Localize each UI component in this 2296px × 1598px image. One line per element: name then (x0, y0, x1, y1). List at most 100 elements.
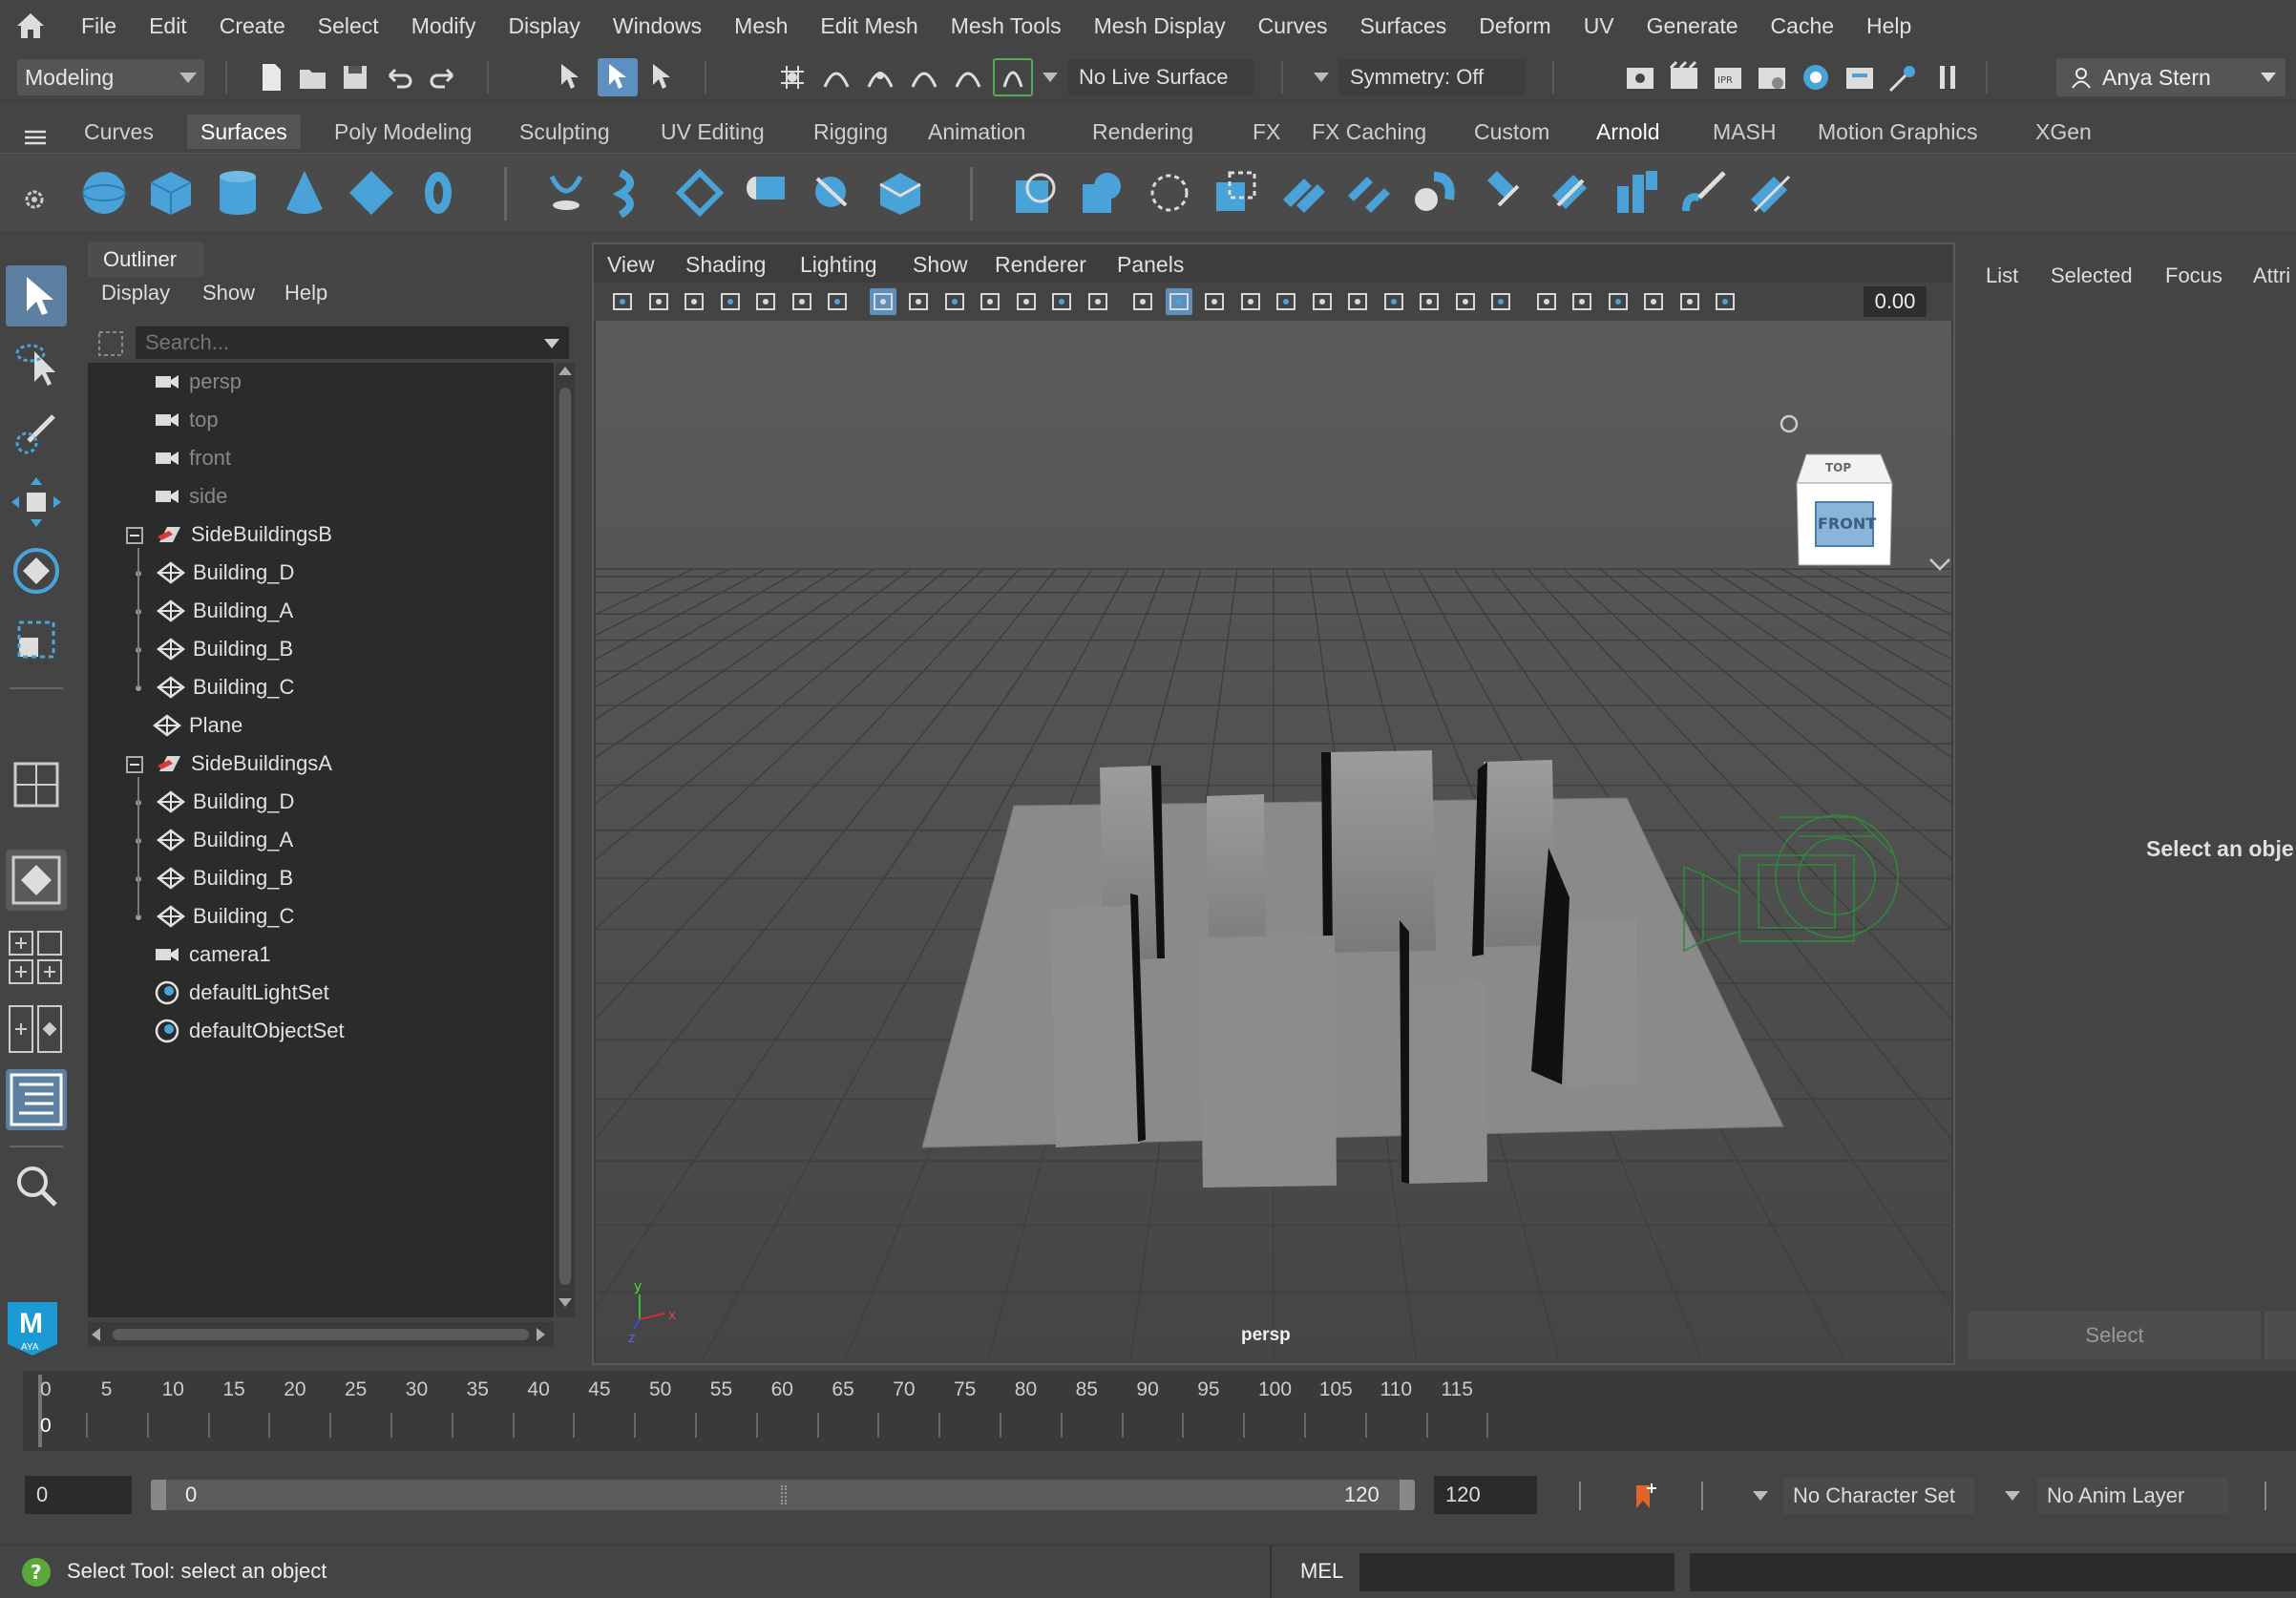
bevel-plus-icon[interactable] (874, 167, 926, 219)
range-end-handle[interactable] (1400, 1480, 1415, 1510)
shelf-tab-animation[interactable]: Animation (915, 115, 1039, 149)
building-mesh[interactable] (1207, 794, 1266, 960)
attach-icon[interactable] (1277, 167, 1329, 219)
nurbs-plane-icon[interactable] (346, 167, 397, 219)
shelf-tab-mash[interactable]: MASH (1699, 115, 1789, 149)
menu-mesh[interactable]: Mesh (718, 0, 804, 52)
menu-help[interactable]: Help (1850, 0, 1927, 52)
outliner-horizontal-scrollbar[interactable] (88, 1322, 554, 1347)
viewport-menu-panels[interactable]: Panels (1117, 252, 1184, 278)
insert-isoparm-icon[interactable] (1611, 167, 1663, 219)
menu-create[interactable]: Create (203, 0, 302, 52)
menu-file[interactable]: File (65, 0, 133, 52)
outliner-item-top[interactable]: top (136, 401, 219, 439)
snap-point-icon[interactable] (863, 60, 897, 95)
nurbs-cylinder-icon[interactable] (212, 167, 263, 219)
animation-start-field[interactable]: 0 (25, 1476, 132, 1514)
shelf-tab-rigging[interactable]: Rigging (800, 115, 901, 149)
xray-active-icon[interactable] (1605, 288, 1632, 315)
light-editor-icon[interactable] (1886, 60, 1921, 95)
lasso-tool-button[interactable] (6, 334, 67, 395)
select-hierarchy-icon[interactable] (556, 60, 590, 95)
surface-edit-icon[interactable] (1745, 167, 1797, 219)
bookmark-icon[interactable] (717, 288, 744, 315)
outliner-item-building-a[interactable]: Building_A (136, 821, 293, 859)
outliner-item-building-d[interactable]: Building_D (136, 783, 294, 821)
undo-icon[interactable] (382, 60, 416, 95)
outliner-item-side[interactable]: side (136, 477, 227, 515)
outliner-menu-help[interactable]: Help (284, 281, 327, 305)
outliner-menu-display[interactable]: Display (101, 281, 170, 305)
outliner-item-building-b[interactable]: Building_B (136, 630, 293, 668)
character-set-dropdown[interactable]: No Character Set (1783, 1478, 1974, 1514)
exposure-field[interactable]: 0.00 (1864, 286, 1927, 317)
menu-edit-mesh[interactable]: Edit Mesh (804, 0, 934, 52)
persp-outliner-layout-button[interactable] (6, 928, 67, 989)
xray-joints-icon[interactable] (1640, 288, 1667, 315)
render-settings-icon[interactable] (1755, 60, 1789, 95)
shelf-tab-motion-graphics[interactable]: Motion Graphics (1804, 115, 1991, 149)
symmetry-field[interactable]: Symmetry: Off (1338, 59, 1526, 95)
move-tool-button[interactable] (6, 472, 67, 533)
select-tool-button[interactable] (6, 265, 67, 326)
side-by-side-layout-button[interactable] (6, 999, 67, 1060)
use-lights-icon[interactable] (1309, 288, 1336, 315)
move-seam-icon[interactable] (1545, 167, 1596, 219)
outliner-item-building-d[interactable]: Building_D (136, 554, 294, 592)
collapse-icon[interactable] (126, 756, 143, 773)
viewport-menu-renderer[interactable]: Renderer (995, 252, 1086, 278)
filter-icon[interactable] (97, 330, 124, 357)
detach-icon[interactable] (1344, 167, 1396, 219)
select-component-icon[interactable] (645, 60, 680, 95)
four-view-layout-button[interactable] (6, 850, 67, 911)
viewcube[interactable]: TOP FRONT (1796, 453, 1893, 566)
textured-icon[interactable] (1273, 288, 1299, 315)
snap-live-icon[interactable] (951, 60, 985, 95)
viewport-menu-show[interactable]: Show (913, 252, 968, 278)
render-view-icon[interactable] (1623, 60, 1657, 95)
shelf-tab-curves[interactable]: Curves (71, 115, 167, 149)
shelf-tab-arnold[interactable]: Arnold (1583, 115, 1673, 149)
chevron-down-icon[interactable] (544, 339, 559, 348)
script-language-toggle[interactable]: MEL (1300, 1559, 1343, 1584)
scroll-up-icon[interactable] (558, 367, 572, 375)
shelf-tab-xgen[interactable]: XGen (2022, 115, 2105, 149)
rotate-tool-button[interactable] (6, 540, 67, 601)
untrim-icon[interactable] (1211, 167, 1262, 219)
gear-icon[interactable] (23, 188, 46, 211)
chevron-down-icon[interactable] (1753, 1491, 1768, 1501)
outliner-item-front[interactable]: front (136, 439, 231, 477)
shelf-menu-icon[interactable] (25, 130, 46, 145)
film-gate-icon[interactable] (905, 288, 932, 315)
animation-end-field[interactable]: 120 (1434, 1476, 1537, 1514)
outliner-item-plane[interactable]: Plane (136, 706, 242, 745)
bounding-box-icon[interactable] (1237, 288, 1264, 315)
building-mesh[interactable] (1321, 750, 1436, 953)
menu-mesh-display[interactable]: Mesh Display (1078, 0, 1242, 52)
building-mesh[interactable] (1199, 936, 1337, 1188)
image-plane-icon[interactable] (752, 288, 779, 315)
align-icon[interactable] (1411, 167, 1463, 219)
wireframe-icon[interactable] (1129, 288, 1156, 315)
collapse-icon[interactable] (126, 527, 143, 544)
scrollbar-thumb[interactable] (559, 388, 571, 1285)
nurbs-cone-icon[interactable] (279, 167, 330, 219)
hypershade-icon[interactable] (1799, 60, 1833, 95)
shadows-icon[interactable] (1344, 288, 1371, 315)
gate-mask-icon[interactable] (977, 288, 1003, 315)
outliner-item-camera1[interactable]: camera1 (136, 936, 271, 974)
outliner-item-building-c[interactable]: Building_C (136, 668, 294, 706)
nurbs-cube-icon[interactable] (145, 167, 197, 219)
tab-selected[interactable]: Selected (2051, 263, 2133, 288)
range-grip-icon[interactable] (781, 1485, 787, 1504)
planar-icon[interactable] (674, 167, 726, 219)
safe-action-icon[interactable] (1048, 288, 1075, 315)
smooth-shade-icon[interactable] (1165, 288, 1192, 315)
snap-curve-icon[interactable] (819, 60, 853, 95)
outliner-vertical-scrollbar[interactable] (556, 363, 575, 1317)
menu-mesh-tools[interactable]: Mesh Tools (935, 0, 1078, 52)
paint-select-tool-button[interactable] (6, 403, 67, 464)
render-frame-icon[interactable] (1667, 60, 1701, 95)
menu-generate[interactable]: Generate (1631, 0, 1755, 52)
safe-title-icon[interactable] (1085, 288, 1111, 315)
